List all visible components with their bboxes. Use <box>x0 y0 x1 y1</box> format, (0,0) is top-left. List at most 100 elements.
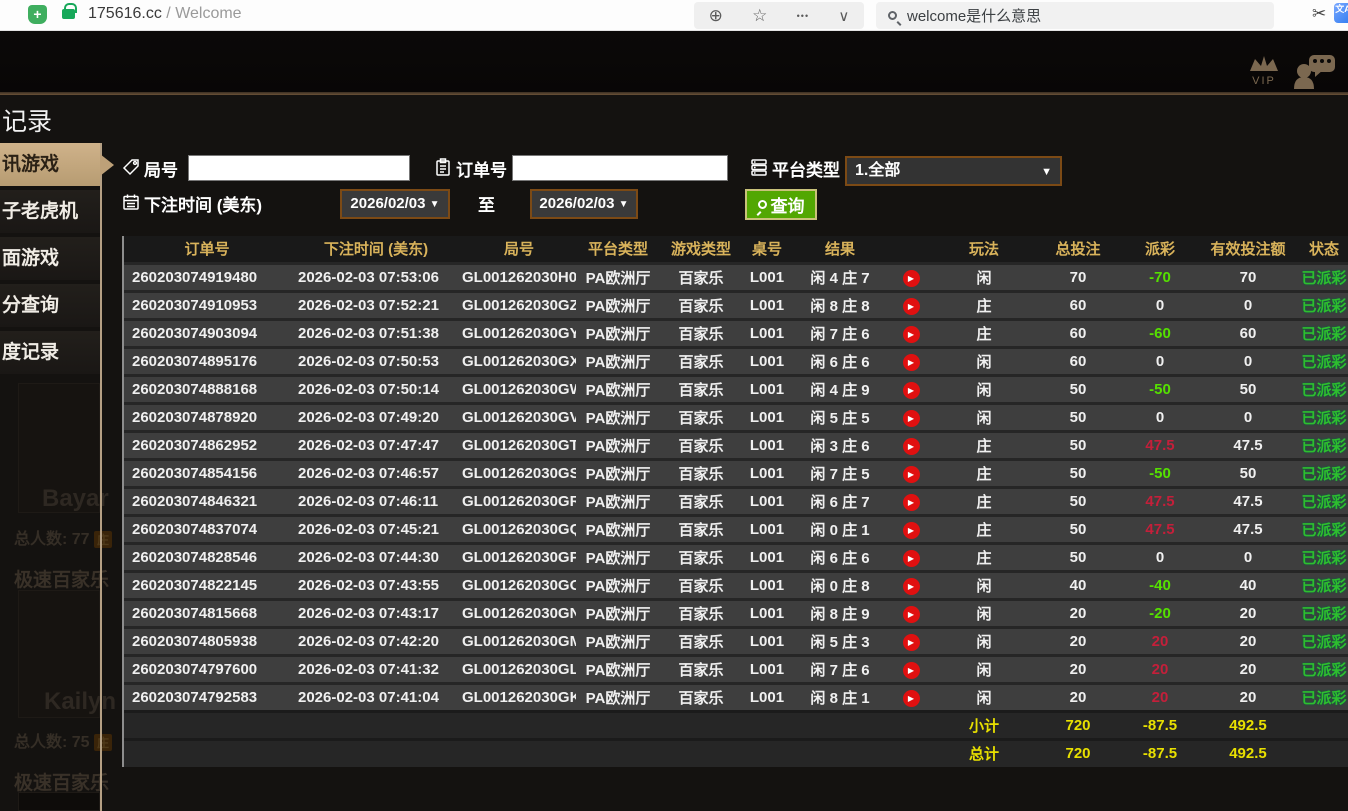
cell-bet-time: 2026-02-03 07:50:53 <box>290 347 462 375</box>
sidebar-item-1[interactable]: 子老虎机 <box>0 190 100 233</box>
browser-toolbar: ⊕ ☆ ••• ∨ <box>694 2 864 29</box>
replay-play-icon[interactable]: ▶ <box>903 522 920 539</box>
cell-result: 闲 8 庄 1 <box>792 683 888 711</box>
cell-status: 已派彩 <box>1298 487 1348 515</box>
replay-play-icon[interactable]: ▶ <box>903 690 920 707</box>
replay-play-icon[interactable]: ▶ <box>903 270 920 287</box>
cell-status: 已派彩 <box>1298 627 1348 655</box>
replay-play-icon[interactable]: ▶ <box>903 466 920 483</box>
query-button[interactable]: 查询 <box>745 189 817 220</box>
grand-total-row: 总计 720 -87.5 492.5 <box>124 739 1348 767</box>
replay-play-icon[interactable]: ▶ <box>903 298 920 315</box>
cell-total-bet: 60 <box>1034 347 1122 375</box>
cell-valid-bet: 50 <box>1198 459 1298 487</box>
replay-play-icon[interactable]: ▶ <box>903 494 920 511</box>
cell-game-type: 百家乐 <box>660 459 742 487</box>
cell-table-no: L001 <box>742 459 792 487</box>
cell-play: 庄 <box>934 459 1034 487</box>
table-row: 260203074895176 2026-02-03 07:50:53 GL00… <box>124 347 1348 375</box>
cell-bet-time: 2026-02-03 07:42:20 <box>290 627 462 655</box>
game-title: 极速百家乐 <box>14 565 109 592</box>
replay-play-icon[interactable]: ▶ <box>903 354 920 371</box>
reader-mode-icon[interactable]: ⊕ <box>709 6 723 26</box>
cell-valid-bet: 20 <box>1198 683 1298 711</box>
replay-play-icon[interactable]: ▶ <box>903 634 920 651</box>
translate-icon[interactable]: 文A <box>1334 3 1348 23</box>
sidebar-menu: 讯游戏 子老虎机 面游戏 分查询 度记录 <box>0 143 100 378</box>
cell-payout: -70 <box>1122 263 1198 291</box>
cell-payout: -50 <box>1122 375 1198 403</box>
cell-round-no: GL001262030GN <box>462 599 576 627</box>
cell-total-bet: 70 <box>1034 263 1122 291</box>
sidebar-item-0[interactable]: 讯游戏 <box>0 143 100 186</box>
chevron-down-icon[interactable]: ∨ <box>838 7 849 25</box>
table-row: 260203074910953 2026-02-03 07:52:21 GL00… <box>124 291 1348 319</box>
date-to-picker[interactable]: 2026/02/03 ▼ <box>530 189 638 219</box>
cell-platform: PA欧洲厅 <box>576 459 660 487</box>
replay-play-icon[interactable]: ▶ <box>903 326 920 343</box>
cell-game-type: 百家乐 <box>660 263 742 291</box>
order-no-input[interactable] <box>512 155 728 181</box>
cell-platform: PA欧洲厅 <box>576 291 660 319</box>
sidebar-item-2[interactable]: 面游戏 <box>0 237 100 280</box>
cell-result: 闲 6 庄 6 <box>792 347 888 375</box>
cell-payout: 47.5 <box>1122 431 1198 459</box>
grand-total-total: 720 <box>1034 739 1122 767</box>
customer-service-icon <box>1293 53 1337 91</box>
cell-valid-bet: 20 <box>1198 627 1298 655</box>
date-from-picker[interactable]: 2026/02/03 ▼ <box>340 189 450 219</box>
sidebar-item-4[interactable]: 度记录 <box>0 331 100 374</box>
address-url[interactable]: 175616.cc / Welcome <box>88 5 242 23</box>
ssl-lock-icon[interactable] <box>62 9 75 19</box>
replay-play-icon[interactable]: ▶ <box>903 382 920 399</box>
table-row: 260203074878920 2026-02-03 07:49:20 GL00… <box>124 403 1348 431</box>
cell-platform: PA欧洲厅 <box>576 319 660 347</box>
replay-play-icon[interactable]: ▶ <box>903 438 920 455</box>
bookmark-star-icon[interactable]: ☆ <box>752 6 767 26</box>
platform-type-select[interactable]: 1.全部 ▼ <box>845 156 1062 186</box>
cell-result: 闲 4 庄 9 <box>792 375 888 403</box>
cell-order-no: 260203074903094 <box>124 319 290 347</box>
cell-platform: PA欧洲厅 <box>576 403 660 431</box>
sidebar-item-3[interactable]: 分查询 <box>0 284 100 327</box>
cell-bet-time: 2026-02-03 07:51:38 <box>290 319 462 347</box>
replay-play-icon[interactable]: ▶ <box>903 550 920 567</box>
vip-button[interactable]: VIP <box>1243 55 1285 87</box>
cell-result: 闲 7 庄 6 <box>792 319 888 347</box>
cell-result: 闲 7 庄 6 <box>792 655 888 683</box>
round-no-input[interactable] <box>188 155 410 181</box>
col-platform: 平台类型 <box>576 236 660 263</box>
cell-bet-time: 2026-02-03 07:49:20 <box>290 403 462 431</box>
customer-service-button[interactable] <box>1293 53 1337 91</box>
replay-play-icon[interactable]: ▶ <box>903 578 920 595</box>
cell-status: 已派彩 <box>1298 655 1348 683</box>
adblock-shield-icon[interactable]: + <box>28 5 47 24</box>
col-order: 订单号 <box>124 236 290 263</box>
col-total-bet: 总投注 <box>1034 236 1122 263</box>
cell-total-bet: 50 <box>1034 487 1122 515</box>
table-row: 260203074903094 2026-02-03 07:51:38 GL00… <box>124 319 1348 347</box>
cell-play: 庄 <box>934 487 1034 515</box>
cell-round-no: GL001262030GK <box>462 683 576 711</box>
cell-valid-bet: 20 <box>1198 655 1298 683</box>
cell-bet-time: 2026-02-03 07:43:17 <box>290 599 462 627</box>
cell-total-bet: 50 <box>1034 375 1122 403</box>
cell-game-type: 百家乐 <box>660 375 742 403</box>
page-title: 记录 <box>2 102 52 138</box>
screenshot-scissors-icon[interactable]: ✂ <box>1312 4 1326 24</box>
cell-bet-time: 2026-02-03 07:47:47 <box>290 431 462 459</box>
search-box[interactable]: welcome是什么意思 <box>876 2 1274 29</box>
cell-status: 已派彩 <box>1298 515 1348 543</box>
more-options-icon[interactable]: ••• <box>797 11 809 21</box>
cell-payout: 20 <box>1122 627 1198 655</box>
cell-total-bet: 50 <box>1034 403 1122 431</box>
replay-play-icon[interactable]: ▶ <box>903 410 920 427</box>
cell-bet-time: 2026-02-03 07:52:21 <box>290 291 462 319</box>
url-page: / Welcome <box>166 5 241 22</box>
replay-play-icon[interactable]: ▶ <box>903 662 920 679</box>
replay-play-icon[interactable]: ▶ <box>903 606 920 623</box>
cell-result: 闲 0 庄 1 <box>792 515 888 543</box>
subtotal-payout: -87.5 <box>1122 711 1198 739</box>
cell-game-type: 百家乐 <box>660 487 742 515</box>
platform-type-label: 平台类型 <box>772 156 840 181</box>
